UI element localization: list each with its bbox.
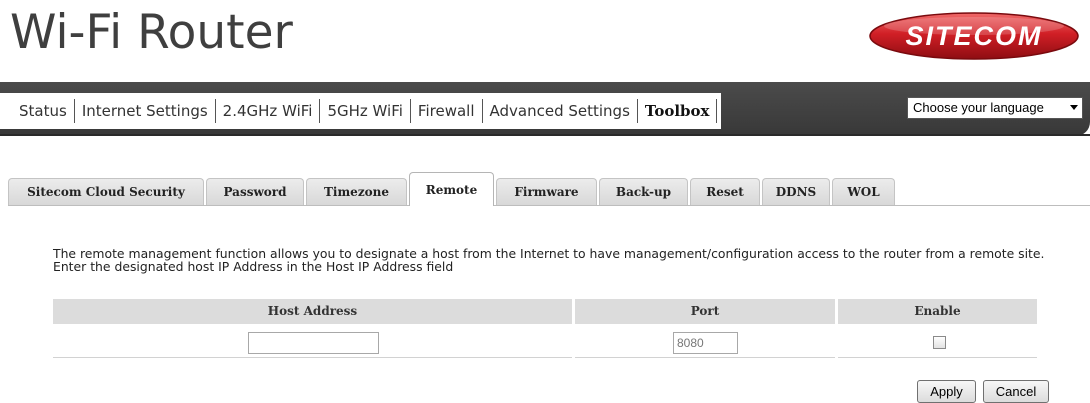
tab-ddns[interactable]: DDNS: [762, 178, 830, 205]
nav-item-24ghz-wifi[interactable]: 2.4GHz WiFi: [216, 99, 321, 123]
nav-item-firewall[interactable]: Firewall: [411, 99, 483, 123]
row-divider: [838, 357, 1037, 358]
tab-sitecom-cloud-security[interactable]: Sitecom Cloud Security: [8, 178, 204, 205]
logo-text: SITECOM: [905, 21, 1042, 51]
column-header-host-address: Host Address: [53, 299, 572, 324]
nav-item-status[interactable]: Status: [12, 99, 75, 123]
toolbox-tabs: Sitecom Cloud Security Password Timezone…: [8, 172, 1090, 206]
apply-button[interactable]: Apply: [917, 380, 976, 403]
page-title: Wi-Fi Router: [10, 5, 293, 60]
nav-item-internet-settings[interactable]: Internet Settings: [75, 99, 216, 123]
tab-firmware[interactable]: Firmware: [496, 178, 597, 205]
port-input[interactable]: 8080: [673, 332, 738, 354]
nav-item-advanced-settings[interactable]: Advanced Settings: [483, 99, 638, 123]
main-nav: Status Internet Settings 2.4GHz WiFi 5GH…: [6, 93, 722, 129]
language-select-value: Choose your language: [913, 100, 1044, 115]
nav-item-toolbox[interactable]: Toolbox: [638, 99, 718, 123]
column-header-port: Port: [575, 299, 835, 324]
tab-reset[interactable]: Reset: [690, 178, 760, 205]
column-header-enable: Enable: [838, 299, 1037, 324]
tab-wol[interactable]: WOL: [832, 178, 895, 205]
enable-checkbox[interactable]: [933, 336, 946, 349]
row-divider: [575, 357, 835, 358]
tab-remote[interactable]: Remote: [409, 172, 494, 206]
sitecom-logo: SITECOM: [869, 12, 1079, 60]
tab-timezone[interactable]: Timezone: [306, 178, 407, 205]
chevron-down-icon: [1070, 105, 1078, 110]
language-select[interactable]: Choose your language: [907, 97, 1083, 119]
row-divider: [53, 357, 572, 358]
tab-back-up[interactable]: Back-up: [599, 178, 688, 205]
nav-item-5ghz-wifi[interactable]: 5GHz WiFi: [320, 99, 411, 123]
tab-password[interactable]: Password: [206, 178, 304, 205]
remote-description: The remote management function allows yo…: [53, 246, 1045, 274]
host-address-input[interactable]: [248, 332, 379, 354]
cancel-button[interactable]: Cancel: [983, 380, 1049, 403]
